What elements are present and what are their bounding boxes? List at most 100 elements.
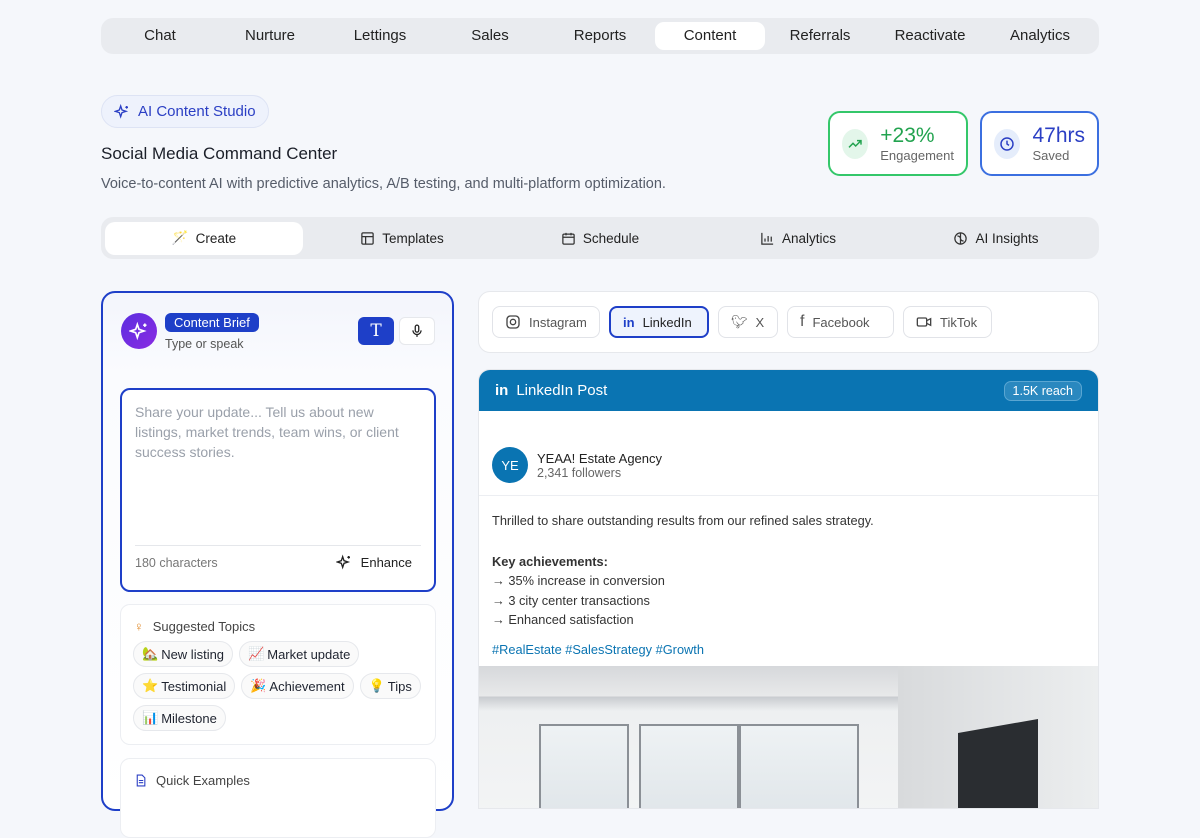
nav-nurture[interactable]: Nurture (215, 22, 325, 50)
chip-label: New listing (161, 646, 225, 662)
brain-icon (954, 231, 968, 245)
character-count: 180 characters (135, 556, 218, 570)
author-followers: 2,341 followers (537, 465, 622, 480)
enhance-label: Enhance (360, 554, 412, 570)
tab-label: Analytics (781, 230, 837, 246)
type-or-speak: Type or speak (165, 337, 244, 351)
saved-stat: 47hrs Saved (980, 111, 1099, 176)
document-icon (136, 774, 146, 787)
platform-label: Instagram (529, 314, 587, 330)
nav-lettings[interactable]: Lettings (325, 22, 435, 50)
tab-analytics[interactable]: Analytics (699, 222, 897, 255)
platform-x[interactable]: 🐦︎ X (718, 306, 778, 338)
topic-chip[interactable]: ⭐ Testimonial (133, 673, 236, 699)
trending-up-icon (842, 128, 869, 159)
post-intro: Thrilled to share outstanding results fr… (492, 513, 874, 528)
sparkles-avatar-icon (121, 313, 157, 349)
platform-facebook[interactable]: f Facebook (787, 306, 894, 338)
content-tabs: 🪄 Create Templates Schedule Analytics AI … (101, 217, 1099, 259)
content-brief-label: Content Brief (165, 313, 259, 332)
saved-value: 47hrs (1032, 124, 1085, 147)
nav-chat[interactable]: Chat (105, 22, 215, 50)
post-header: in LinkedIn Post 1.5K reach (479, 370, 1098, 411)
nav-sales[interactable]: Sales (435, 22, 545, 50)
post-key-heading: Key achievements: (492, 553, 608, 569)
facebook-icon: f (800, 313, 805, 330)
tab-create[interactable]: 🪄 Create (105, 221, 303, 255)
sparkles-icon (114, 103, 129, 119)
microphone-icon (412, 324, 422, 337)
lightbulb-icon: 💡 (368, 678, 385, 693)
nav-referrals[interactable]: Referrals (765, 22, 875, 50)
suggested-topics-card: ♀ Suggested Topics 🏡 New listing 📈 Market u… (120, 604, 436, 745)
main-nav: Chat Nurture Lettings Sales Reports Cont… (101, 18, 1099, 54)
linkedin-icon: in (495, 382, 509, 399)
voice-mode-button[interactable] (399, 317, 435, 345)
wand-icon: 🪄 (171, 230, 189, 245)
post-image (479, 666, 1098, 808)
engagement-value: +23% (880, 124, 935, 147)
author-name: YEAA! Estate Agency (537, 450, 663, 466)
chip-label: Market update (267, 646, 351, 662)
engagement-stat: +23% Engagement (828, 111, 968, 176)
post-bullet: → 3 city center transactions (492, 592, 650, 608)
chip-label: Testimonial (161, 678, 227, 694)
page-subtitle: Voice-to-content AI with predictive anal… (101, 176, 666, 192)
house-icon: 🏡 (142, 646, 159, 661)
reach-badge: 1.5K reach (1003, 380, 1082, 401)
enhance-button[interactable]: Enhance (335, 554, 412, 570)
post-bullet: → 35% increase in conversion (492, 573, 665, 588)
post-hashtags: #RealEstate #SalesStrategy #Growth (492, 641, 704, 657)
brief-textarea[interactable]: Share your update... Tell us about new l… (120, 388, 436, 592)
linkedin-post-preview: in LinkedIn Post 1.5K reach YE YEAA! Estate… (478, 369, 1099, 809)
suggested-topics-title: Suggested Topics (152, 619, 256, 634)
content-brief-panel: Content Brief Type or speak T Share your… (101, 291, 454, 838)
instagram-icon (506, 315, 520, 329)
clock-icon (994, 128, 1021, 159)
post-bullet: → Enhanced satisfaction (492, 612, 634, 627)
topic-chip[interactable]: 🎉 Achievement (241, 673, 354, 699)
twitter-icon: 🐦︎ (731, 314, 748, 329)
nav-content[interactable]: Content (655, 22, 765, 50)
saved-label: Saved (1032, 148, 1070, 163)
divider (479, 495, 1098, 496)
video-icon (916, 317, 932, 327)
tab-ai-insights[interactable]: AI Insights (897, 222, 1095, 255)
tab-label: Schedule (582, 230, 640, 246)
star-icon: ⭐ (142, 678, 159, 693)
divider (135, 545, 421, 546)
platform-label: X (755, 314, 765, 330)
party-icon: 🎉 (250, 678, 267, 693)
linkedin-icon: in (623, 314, 635, 330)
platform-label: LinkedIn (642, 314, 692, 330)
sparkles-icon (335, 554, 350, 570)
topic-chip[interactable]: 📊 Milestone (133, 705, 226, 731)
chart-up-icon: 📈 (248, 646, 265, 661)
tab-schedule[interactable]: Schedule (501, 222, 699, 255)
nav-reactivate[interactable]: Reactivate (875, 22, 985, 50)
platform-instagram[interactable]: Instagram (492, 306, 600, 338)
chip-label: Achievement (269, 678, 345, 694)
page-title: Social Media Command Center (101, 144, 338, 163)
calendar-icon (562, 232, 575, 245)
platform-label: Facebook (812, 314, 870, 330)
studio-badge-label: AI Content Studio (138, 103, 256, 120)
platform-linkedin[interactable]: in LinkedIn (609, 306, 709, 338)
nav-analytics[interactable]: Analytics (985, 22, 1095, 50)
post-header-title: LinkedIn Post (516, 382, 608, 399)
brief-placeholder: Share your update... Tell us about new l… (135, 404, 399, 460)
nav-reports[interactable]: Reports (545, 22, 655, 50)
chip-label: Tips (387, 678, 412, 694)
tab-templates[interactable]: Templates (303, 222, 501, 255)
post-body: Thrilled to share outstanding results fr… (492, 511, 874, 659)
topic-chip[interactable]: 💡 Tips (359, 673, 421, 699)
platform-tiktok[interactable]: TikTok (903, 306, 992, 338)
bar-chart-icon: 📊 (142, 710, 159, 725)
text-mode-button[interactable]: T (358, 317, 394, 345)
tab-label: Create (195, 230, 237, 246)
topic-chip[interactable]: 📈 Market update (239, 641, 360, 667)
quick-examples-card: Quick Examples (120, 758, 436, 838)
bar-chart-icon (761, 232, 774, 245)
engagement-label: Engagement (880, 148, 954, 163)
topic-chip[interactable]: 🏡 New listing (133, 641, 234, 667)
